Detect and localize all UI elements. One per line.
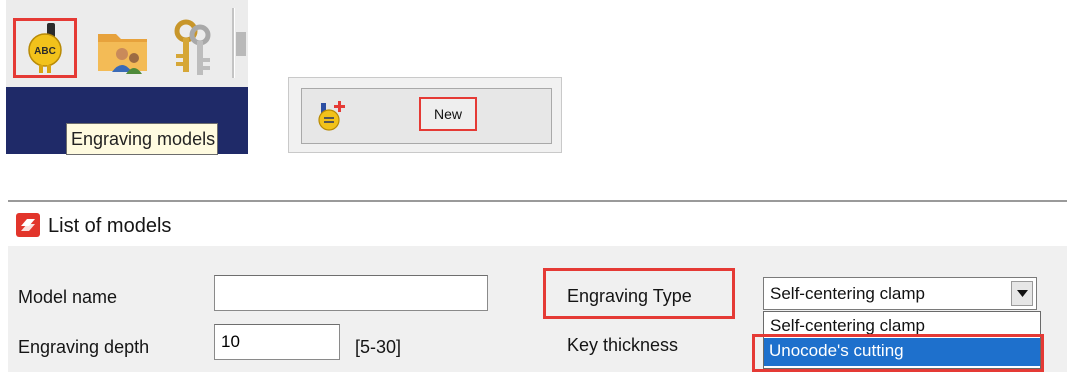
keys-icon	[174, 19, 211, 75]
new-button[interactable]: New	[301, 88, 552, 144]
app-logo-icon	[16, 213, 40, 237]
model-name-input[interactable]	[214, 275, 488, 311]
engraving-depth-input[interactable]	[214, 324, 340, 360]
toolbar-separator	[232, 8, 235, 78]
window-title: List of models	[48, 215, 172, 237]
engraving-type-label: Engraving Type	[567, 286, 692, 306]
model-name-label: Model name	[18, 287, 118, 307]
customers-button[interactable]	[92, 20, 154, 78]
engraving-models-button[interactable]: ABC	[13, 18, 77, 78]
unocode-option-highlight	[752, 334, 1044, 372]
new-button-panel: New	[288, 77, 562, 153]
engraving-depth-range: [5-30]	[355, 337, 402, 357]
engraving-type-select[interactable]: Self-centering clamp	[763, 277, 1037, 310]
new-button-label: New	[419, 97, 477, 131]
dropdown-toggle-button[interactable]	[1011, 281, 1033, 306]
chevron-down-icon	[1017, 290, 1028, 297]
new-model-icon	[318, 101, 345, 131]
key-thickness-label: Key thickness	[567, 335, 679, 355]
engraving-depth-label: Engraving depth	[18, 337, 150, 357]
tooltip: Engraving models	[66, 123, 219, 155]
customers-folder-icon	[98, 34, 147, 74]
toolbar-next-button-edge	[236, 32, 246, 56]
engrave-icon-text: ABC	[34, 46, 56, 57]
engraving-models-icon: ABC	[28, 23, 62, 73]
engraving-type-selected-value: Self-centering clamp	[770, 284, 925, 303]
keys-button[interactable]	[168, 18, 218, 80]
